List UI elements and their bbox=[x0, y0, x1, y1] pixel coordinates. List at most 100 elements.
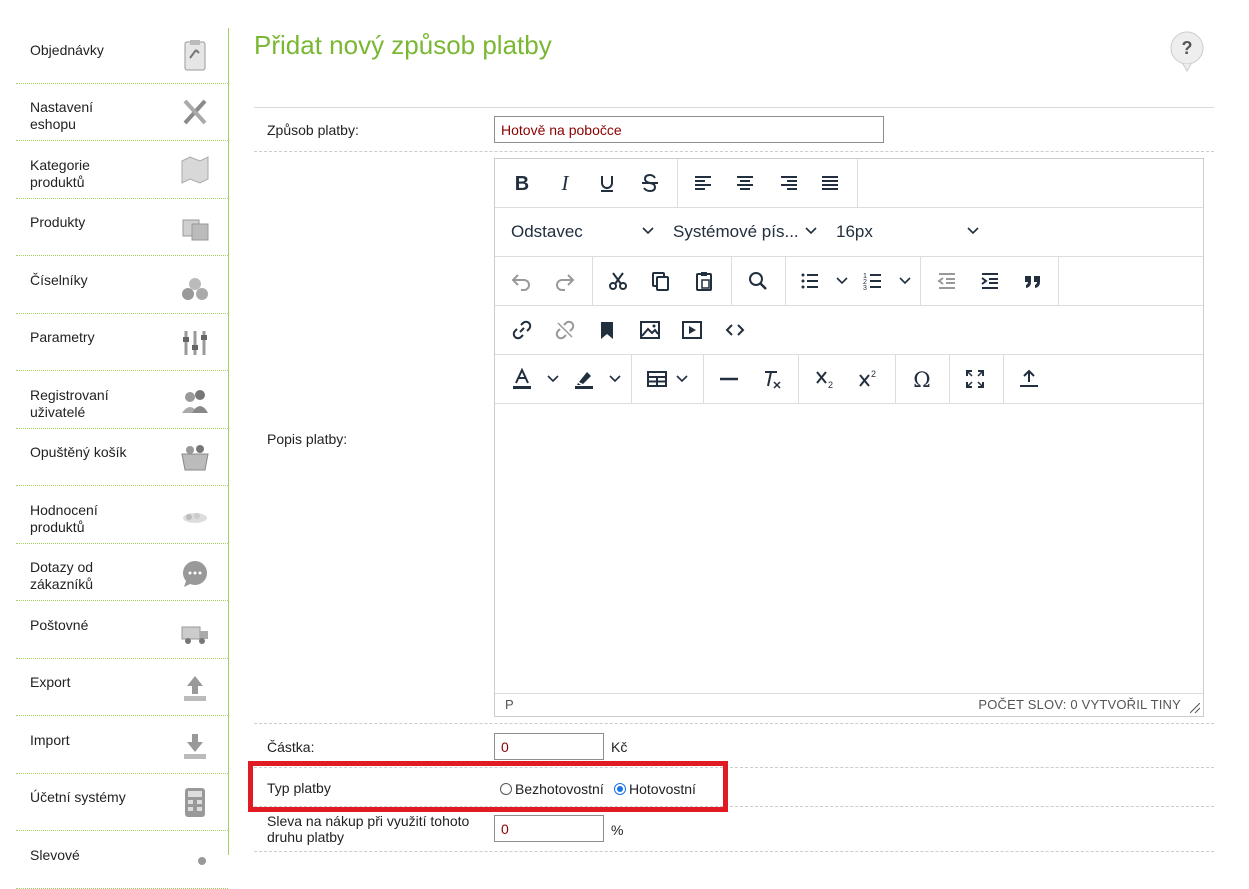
toolbar-row bbox=[495, 306, 1203, 355]
page-title: Přidat nový způsob platby bbox=[254, 30, 552, 60]
chevron-down-icon[interactable] bbox=[608, 372, 622, 386]
sidebar-item-label: Registrovaní uživatelé bbox=[30, 387, 109, 420]
sidebar-item-ucetni[interactable]: Účetní systémy bbox=[16, 775, 228, 831]
chevron-down-icon[interactable] bbox=[675, 372, 689, 386]
sidebar-item-hodnoceni[interactable]: Hodnocení produktů bbox=[16, 488, 228, 544]
sidebar-item-export[interactable]: Export bbox=[16, 660, 228, 716]
chevron-down-icon[interactable] bbox=[835, 274, 849, 288]
chevron-down-icon bbox=[805, 227, 817, 235]
sliders-icon bbox=[180, 325, 210, 359]
divider bbox=[254, 851, 1214, 852]
svg-text:2: 2 bbox=[871, 369, 876, 379]
underline-button[interactable] bbox=[592, 169, 622, 197]
rich-text-editor[interactable]: B I Odstavec Systémové pís... 16px 123 2… bbox=[494, 158, 1204, 717]
svg-text:I: I bbox=[561, 172, 570, 194]
highlight-color-icon[interactable] bbox=[569, 365, 599, 393]
format-select[interactable]: Odstavec bbox=[511, 222, 583, 242]
code-icon[interactable] bbox=[720, 316, 750, 344]
basket-icon bbox=[180, 440, 210, 474]
sidebar-item-nastaveni[interactable]: Nastavení eshopu bbox=[16, 85, 228, 141]
svg-text:2: 2 bbox=[828, 380, 833, 390]
sidebar-item-uzivatele[interactable]: Registrovaní uživatelé bbox=[16, 373, 228, 429]
cut-button[interactable] bbox=[603, 267, 633, 295]
sidebar-item-postovne[interactable]: Poštovné bbox=[16, 603, 228, 659]
resize-handle-icon[interactable] bbox=[1190, 703, 1200, 713]
font-select[interactable]: Systémové pís... bbox=[673, 222, 799, 242]
divider bbox=[254, 723, 1214, 724]
sidebar-item-label: Dotazy od zákazníků bbox=[30, 559, 94, 592]
clipboard-icon bbox=[180, 38, 210, 72]
toolbar-row: B I bbox=[495, 159, 1203, 208]
align-left-button[interactable] bbox=[688, 169, 718, 197]
media-icon[interactable] bbox=[677, 316, 707, 344]
search-icon[interactable] bbox=[743, 267, 773, 295]
strikethrough-button[interactable] bbox=[635, 169, 665, 197]
font-size-select[interactable]: 16px bbox=[836, 222, 873, 242]
download-icon bbox=[180, 728, 210, 762]
divider bbox=[254, 107, 1214, 108]
sidebar-item-kategorie[interactable]: Kategorie produktů bbox=[16, 143, 228, 199]
calculator-icon bbox=[180, 785, 210, 819]
discount-unit: % bbox=[611, 822, 624, 838]
text-color-icon[interactable] bbox=[507, 365, 537, 393]
tools-icon bbox=[180, 95, 210, 129]
sidebar-item-parametry[interactable]: Parametry bbox=[16, 315, 228, 371]
align-center-button[interactable] bbox=[730, 169, 760, 197]
copy-button[interactable] bbox=[645, 267, 675, 295]
subscript-icon[interactable]: 2 bbox=[810, 365, 840, 393]
sidebar-item-label: Import bbox=[30, 732, 70, 748]
sidebar-item-import[interactable]: Import bbox=[16, 718, 228, 774]
word-count: POČET SLOV: 0 VYTVOŘIL TINY bbox=[978, 697, 1181, 712]
discount-icon bbox=[180, 843, 210, 877]
blockquote-button[interactable] bbox=[1018, 267, 1048, 295]
outdent-button[interactable] bbox=[932, 267, 962, 295]
paste-button[interactable] bbox=[689, 267, 719, 295]
image-icon[interactable] bbox=[635, 316, 665, 344]
indent-button[interactable] bbox=[975, 267, 1005, 295]
sidebar-item-label: Hodnocení produktů bbox=[30, 502, 98, 535]
sidebar-item-kosik[interactable]: Opuštěný košík bbox=[16, 430, 228, 486]
amount-input[interactable] bbox=[494, 733, 604, 760]
sidebar-item-dotazy[interactable]: Dotazy od zákazníků bbox=[16, 545, 228, 601]
numbers-icon bbox=[180, 268, 210, 302]
chevron-down-icon bbox=[642, 227, 654, 235]
sidebar: Objednávky Nastavení eshopu Kategorie pr… bbox=[16, 28, 229, 889]
table-icon[interactable] bbox=[642, 365, 672, 393]
description-label: Popis platby: bbox=[267, 431, 348, 447]
undo-button[interactable] bbox=[506, 267, 536, 295]
help-label: ? bbox=[1182, 38, 1193, 58]
bookmark-icon[interactable] bbox=[592, 316, 622, 344]
clear-format-icon[interactable] bbox=[757, 365, 787, 393]
chat-icon bbox=[180, 555, 210, 589]
special-character-icon[interactable]: Ω bbox=[907, 365, 937, 393]
link-icon[interactable] bbox=[507, 316, 537, 344]
sidebar-item-ciselniky[interactable]: Číselníky bbox=[16, 258, 228, 314]
horizontal-rule-icon[interactable] bbox=[714, 365, 744, 393]
align-justify-button[interactable] bbox=[815, 169, 845, 197]
chevron-down-icon[interactable] bbox=[546, 372, 560, 386]
help-icon[interactable]: ? bbox=[1169, 31, 1205, 79]
superscript-icon[interactable]: 2 bbox=[853, 365, 883, 393]
amount-unit: Kč bbox=[611, 739, 628, 755]
element-path[interactable]: P bbox=[505, 697, 514, 712]
sidebar-item-label: Produkty bbox=[30, 214, 86, 230]
method-input[interactable] bbox=[494, 116, 884, 143]
align-right-button[interactable] bbox=[774, 169, 804, 197]
sidebar-item-slevove[interactable]: Slevové bbox=[16, 833, 228, 889]
italic-button[interactable]: I bbox=[550, 169, 580, 197]
chevron-down-icon bbox=[967, 227, 979, 235]
sidebar-item-objednavky[interactable]: Objednávky bbox=[16, 28, 228, 84]
redo-button[interactable] bbox=[550, 267, 580, 295]
upload-icon bbox=[180, 670, 210, 704]
numbered-list-button[interactable]: 123 bbox=[858, 267, 888, 295]
upload-file-icon[interactable] bbox=[1014, 365, 1044, 393]
sidebar-item-produkty[interactable]: Produkty bbox=[16, 200, 228, 256]
chevron-down-icon[interactable] bbox=[898, 274, 912, 288]
sidebar-item-label: Poštovné bbox=[30, 617, 89, 633]
unlink-icon[interactable] bbox=[550, 316, 580, 344]
bullet-list-button[interactable] bbox=[795, 267, 825, 295]
bold-button[interactable]: B bbox=[507, 169, 537, 197]
fullscreen-icon[interactable] bbox=[960, 365, 990, 393]
toolbar-row: 2 2 Ω bbox=[495, 355, 1203, 404]
discount-input[interactable] bbox=[494, 815, 604, 842]
